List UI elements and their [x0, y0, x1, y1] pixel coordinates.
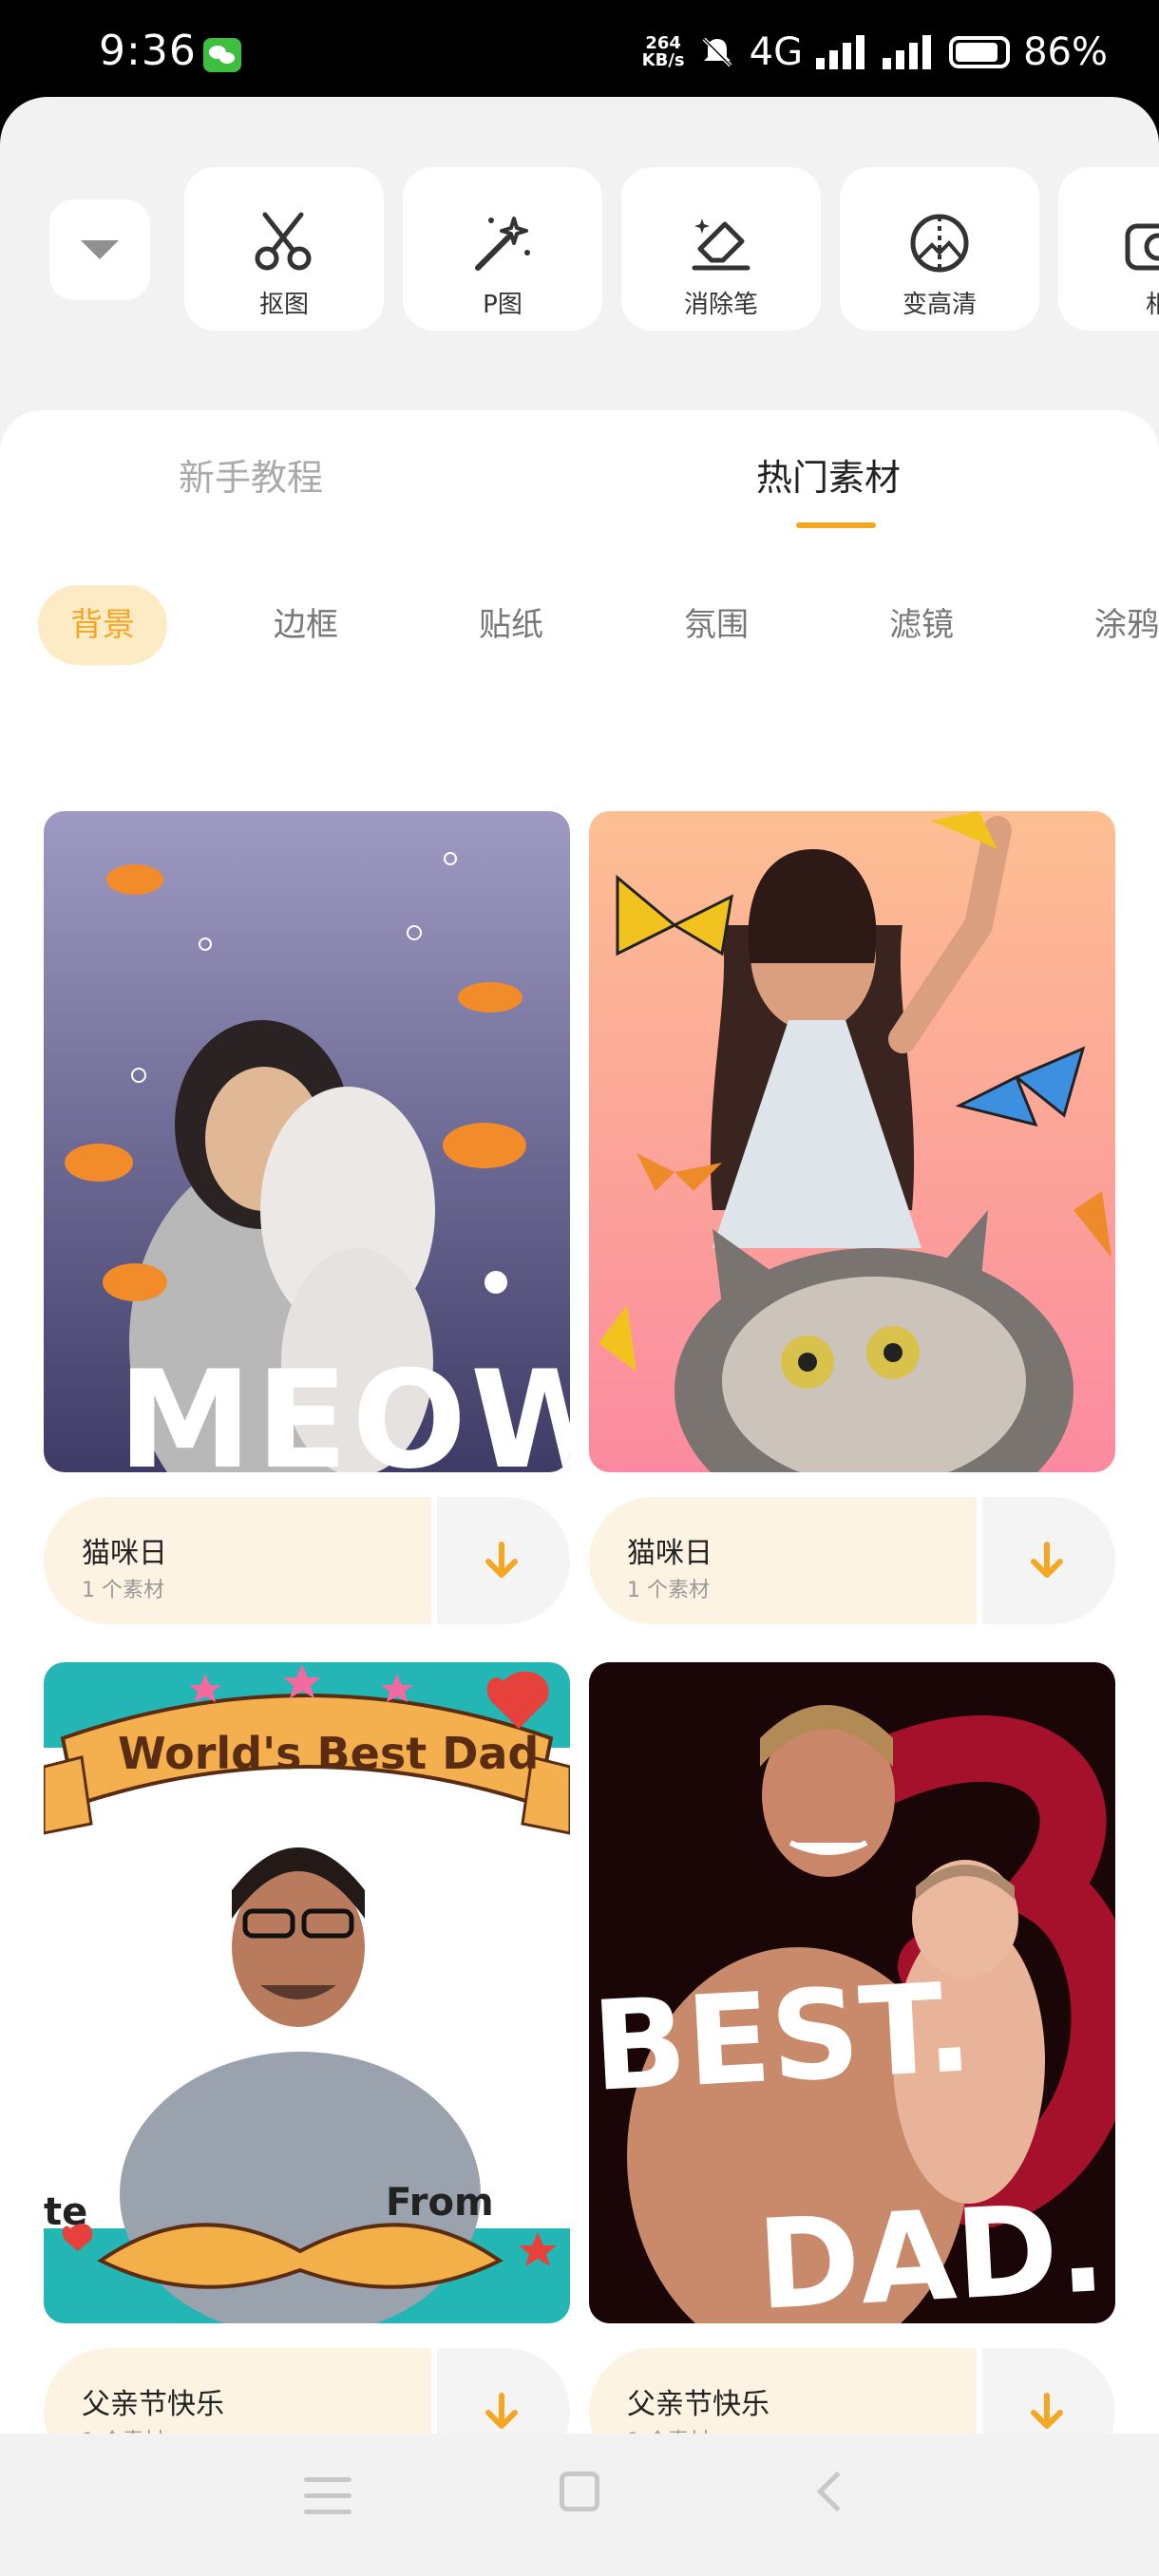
mute-icon	[702, 37, 732, 67]
chevron-down-icon	[81, 240, 119, 259]
card-info: 猫咪日 1 个素材	[44, 1497, 570, 1624]
fathers-day-preview: World's Best Dad te From	[44, 1662, 570, 2323]
tab-tutorials[interactable]: 新手教程	[179, 448, 323, 501]
scissors-icon	[255, 212, 312, 271]
card-info: 猫咪日 1 个素材	[589, 1497, 1115, 1624]
card-image[interactable]: MEOW	[44, 811, 570, 1472]
app-screen: 抠图 P图 消除笔 变高清 相 新手教程 热门素材 背景 边框 贴纸 氛围 滤镜…	[0, 97, 1159, 2434]
signal-icon	[816, 35, 865, 69]
chip-atmosphere[interactable]: 氛围	[684, 585, 749, 665]
download-button[interactable]	[982, 1497, 1115, 1624]
tool-label: 相	[1145, 291, 1159, 319]
download-icon	[1031, 1542, 1063, 1578]
magic-wand-icon	[475, 217, 530, 271]
active-tab-indicator	[796, 522, 876, 528]
tool-label: 抠图	[258, 291, 309, 319]
chip-filter[interactable]: 滤镜	[889, 585, 954, 665]
card-image-text: BEST.	[589, 1955, 976, 2119]
card-image[interactable]: World's Best Dad te From	[44, 1662, 570, 2323]
download-button[interactable]	[437, 2348, 570, 2434]
download-icon	[485, 1542, 518, 1578]
home-icon[interactable]	[560, 2472, 599, 2511]
card-info: 父亲节快乐 1 个素材	[589, 2348, 1115, 2434]
card-title: 猫咪日	[82, 1537, 167, 1570]
system-nav-bar	[0, 2434, 1159, 2576]
cat-day-preview: MEOW	[44, 811, 570, 1472]
card-image-text-2: DAD.	[754, 2175, 1109, 2323]
card-info-label: 猫咪日 1 个素材	[589, 1497, 977, 1624]
best-dad-preview: BEST. DAD.	[589, 1662, 1115, 2323]
tool-cutout[interactable]: 抠图	[184, 167, 384, 331]
cat-day-preview-2	[589, 811, 1115, 1472]
card-subtitle: 1 个素材	[82, 2424, 164, 2434]
network-type: 4G	[749, 30, 804, 74]
download-button[interactable]	[437, 1497, 570, 1624]
signal-icon-2	[883, 35, 932, 69]
card-title: 猫咪日	[627, 1537, 712, 1570]
card-image[interactable]: BEST. DAD.	[589, 1662, 1115, 2323]
tool-enhance[interactable]: 变高清	[840, 167, 1039, 331]
download-icon	[1031, 2393, 1063, 2429]
chip-frame[interactable]: 边框	[274, 585, 338, 665]
eraser-icon	[692, 218, 750, 271]
card-image[interactable]	[589, 811, 1115, 1472]
wechat-notification-icon	[203, 38, 241, 72]
status-indicators: 264 KB/s 4G 86%	[642, 28, 1108, 76]
chip-doodle[interactable]: 涂鸦	[1094, 585, 1159, 665]
tool-label: 变高清	[902, 291, 977, 319]
card-image-text: World's Best Dad	[118, 1728, 539, 1779]
tool-photo-edit[interactable]: P图	[403, 167, 602, 331]
tools-row: 抠图 P图 消除笔 变高清 相	[0, 167, 1159, 331]
battery-level: 86%	[1023, 30, 1108, 74]
download-icon	[485, 2393, 518, 2429]
tab-hot-materials[interactable]: 热门素材	[756, 448, 901, 501]
card-info-label: 父亲节快乐 1 个素材	[44, 2348, 431, 2434]
card-info-label: 父亲节快乐 1 个素材	[589, 2348, 977, 2434]
content-sheet: 新手教程 热门素材 背景 边框 贴纸 氛围 滤镜 涂鸦 MEOW 猫咪日 1 个…	[0, 410, 1159, 2434]
battery-icon	[949, 36, 1011, 68]
card-info-label: 猫咪日 1 个素材	[44, 1497, 431, 1624]
status-time: 9:36	[99, 27, 197, 75]
card-subtitle: 1 个素材	[627, 1579, 710, 1602]
card-title: 父亲节快乐	[627, 2388, 770, 2421]
back-icon[interactable]	[816, 2471, 858, 2512]
camera-icon	[1125, 223, 1159, 271]
card-subtitle: 1 个素材	[627, 2424, 710, 2434]
menu-icon[interactable]	[304, 2477, 352, 2515]
status-bar: 9:36 264 KB/s 4G 86%	[0, 0, 1159, 104]
expand-tools-button[interactable]	[49, 199, 150, 300]
tool-label: P图	[483, 291, 522, 319]
card-image-text-3: From	[386, 2181, 494, 2225]
tool-eraser[interactable]: 消除笔	[621, 167, 821, 331]
tool-camera[interactable]: 相	[1058, 167, 1159, 331]
download-button[interactable]	[982, 2348, 1115, 2434]
card-title: 父亲节快乐	[82, 2388, 224, 2421]
enhance-icon	[910, 214, 969, 273]
net-speed: 264 KB/s	[641, 33, 685, 70]
chip-sticker[interactable]: 贴纸	[479, 585, 543, 665]
card-image-text: MEOW	[118, 1342, 570, 1472]
card-subtitle: 1 个素材	[82, 1579, 164, 1602]
card-info: 父亲节快乐 1 个素材	[44, 2348, 570, 2434]
tool-label: 消除笔	[683, 291, 758, 319]
chip-background[interactable]: 背景	[38, 585, 167, 665]
